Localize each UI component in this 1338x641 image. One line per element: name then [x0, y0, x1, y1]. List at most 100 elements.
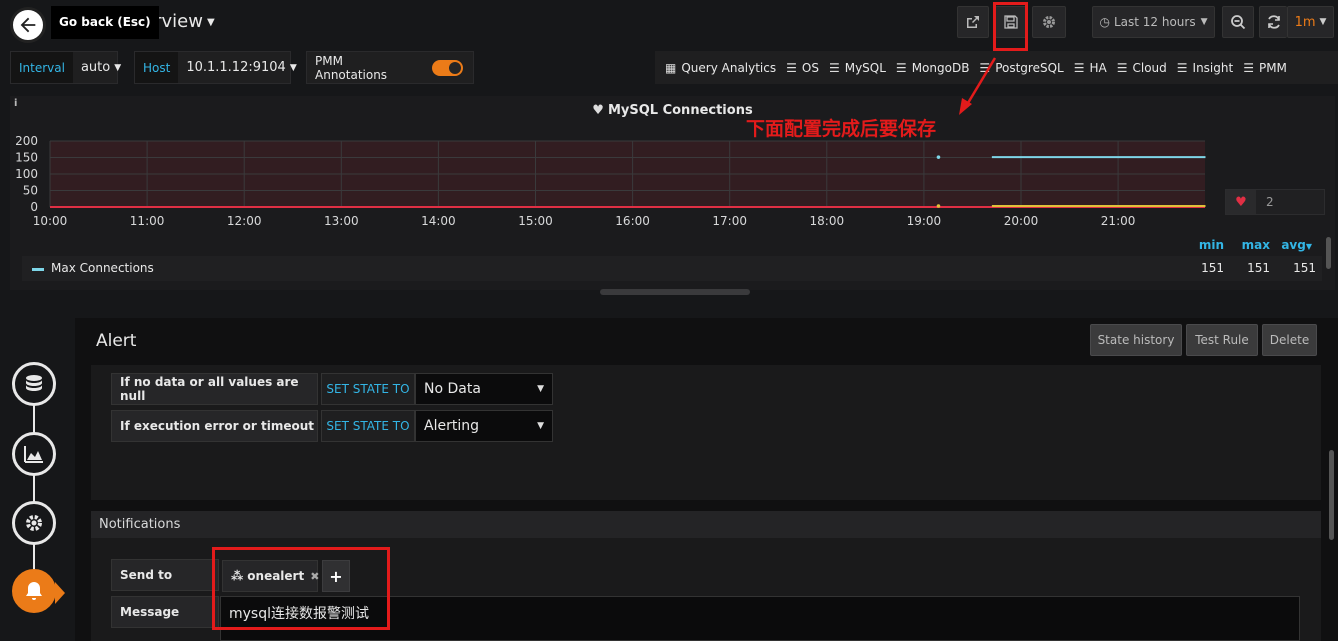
back-button[interactable]: [10, 7, 46, 43]
series-point: [936, 155, 941, 159]
annotations-toggle[interactable]: [432, 59, 463, 76]
time-range-label: Last 12 hours: [1113, 15, 1196, 29]
arrow-left-icon: [20, 17, 36, 33]
link-query-analytics[interactable]: ▦ Query Analytics: [665, 61, 776, 75]
refresh-interval-picker[interactable]: 1m ▼: [1287, 6, 1334, 38]
clock-icon: ◷: [1099, 15, 1110, 29]
y-tick-label: 50: [23, 184, 38, 198]
legend-header-min[interactable]: min: [1184, 238, 1224, 252]
link-cloud[interactable]: ☰ Cloud: [1117, 61, 1167, 75]
alert-state-count: 2: [1266, 195, 1274, 209]
refresh-button[interactable]: [1259, 6, 1287, 38]
x-tick-label: 12:00: [227, 214, 262, 228]
bars-icon: ☰: [895, 60, 907, 75]
legend-avg: 151: [1293, 261, 1316, 275]
zoom-out-button[interactable]: [1222, 6, 1254, 38]
save-highlight-box: [993, 2, 1028, 51]
error-set-state-label: SET STATE TO: [321, 410, 415, 442]
page-scrollbar[interactable]: [1329, 450, 1334, 540]
y-tick-label: 0: [30, 200, 38, 214]
bars-icon: ☰: [828, 60, 840, 75]
chevron-down-icon: ▼: [537, 384, 544, 394]
x-tick-label: 10:00: [33, 214, 68, 228]
bell-icon: [26, 582, 42, 600]
send-to-label: Send to: [111, 559, 219, 591]
link-insight[interactable]: ☰ Insight: [1177, 61, 1233, 75]
bars-icon: ☰: [786, 60, 797, 75]
legend-series-row[interactable]: Max Connections 151 151 151: [22, 256, 1322, 281]
step-general[interactable]: [12, 501, 56, 545]
notifications-header: Notifications: [91, 511, 1321, 538]
y-tick-label: 150: [15, 151, 38, 165]
steps-connector: [33, 400, 35, 580]
panel-title[interactable]: ♥ MySQL Connections: [10, 103, 1335, 118]
panel-resize-handle[interactable]: [600, 289, 750, 295]
legend-series-name: Max Connections: [51, 261, 154, 275]
x-tick-label: 16:00: [615, 214, 650, 228]
host-value[interactable]: 10.1.1.12:9104 ▼: [178, 60, 304, 75]
top-navbar: erview ▼ Go back (Esc) ◷ Last 12 hours ▼ 1m…: [0, 0, 1338, 46]
x-tick-label: 19:00: [907, 214, 942, 228]
notification-highlight-box: [212, 547, 390, 630]
refresh-interval-value: 1m: [1294, 14, 1316, 30]
host-label: Host: [135, 52, 179, 83]
bars-icon: ☰: [1073, 60, 1085, 75]
legend-max: 151: [1247, 261, 1270, 275]
bars-icon: ☰: [1116, 60, 1128, 75]
host-variable[interactable]: Host 10.1.1.12:9104 ▼: [134, 51, 297, 84]
y-tick-label: 100: [15, 167, 38, 181]
state-history-button[interactable]: State history: [1090, 324, 1182, 356]
annotation-text: 下面配置完成后要保存: [746, 118, 937, 140]
settings-button[interactable]: [1032, 6, 1066, 38]
interval-label: Interval: [11, 52, 73, 83]
x-tick-label: 18:00: [810, 214, 845, 228]
bars-icon: ☰: [1176, 60, 1188, 75]
legend-scrollbar[interactable]: [1326, 237, 1331, 269]
heart-icon: ♥: [592, 103, 604, 118]
interval-value[interactable]: auto ▼: [73, 60, 129, 75]
chevron-down-icon: ▼: [537, 421, 544, 431]
x-tick-label: 11:00: [130, 214, 165, 228]
link-os[interactable]: ☰ OS: [786, 61, 819, 75]
test-rule-button[interactable]: Test Rule: [1186, 324, 1258, 356]
legend-swatch: [32, 268, 44, 271]
legend-header-max[interactable]: max: [1230, 238, 1270, 252]
share-icon: [967, 16, 979, 28]
annotation-arrow: [959, 57, 997, 115]
x-tick-label: 14:00: [421, 214, 456, 228]
link-ha[interactable]: ☰ HA: [1074, 61, 1107, 75]
share-button[interactable]: [957, 6, 989, 38]
y-tick-label: 200: [15, 134, 38, 148]
bars-icon: ☰: [1243, 60, 1254, 75]
alert-title: Alert: [96, 331, 137, 351]
step-queries[interactable]: [12, 362, 56, 406]
zoom-out-icon: [1231, 15, 1246, 30]
message-label: Message: [111, 596, 219, 628]
link-pmm[interactable]: ☰ PMM: [1243, 61, 1287, 75]
alert-state-widget: ♥ 2: [1225, 189, 1325, 215]
database-icon: [26, 375, 42, 391]
x-tick-label: 13:00: [324, 214, 359, 228]
no-data-set-state-label: SET STATE TO: [321, 373, 415, 405]
x-tick-label: 21:00: [1101, 214, 1136, 228]
broken-heart-icon: ♥: [1226, 190, 1256, 214]
delete-button[interactable]: Delete: [1262, 324, 1317, 356]
step-alert[interactable]: [12, 569, 56, 613]
legend-header-avg[interactable]: avg▼: [1272, 238, 1312, 252]
x-tick-label: 15:00: [518, 214, 553, 228]
no-data-label: If no data or all values are null: [111, 373, 318, 405]
no-data-state-select[interactable]: No Data ▼: [415, 373, 553, 405]
time-picker[interactable]: ◷ Last 12 hours ▼: [1092, 6, 1215, 38]
active-step-arrow: [55, 582, 65, 604]
chart-canvas[interactable]: 200 150 100 50 010:00 11:00 12:00 13:00 14:00 15:…: [0, 130, 1230, 230]
error-state-select[interactable]: Alerting ▼: [415, 410, 553, 442]
area-chart-icon: [24, 446, 43, 463]
interval-variable[interactable]: Interval auto ▼: [10, 51, 121, 84]
gear-icon: [1043, 16, 1055, 28]
step-visualization[interactable]: [12, 432, 56, 476]
legend-min: 151: [1201, 261, 1224, 275]
x-tick-label: 17:00: [712, 214, 747, 228]
cog-wrench-icon: [26, 515, 42, 531]
link-mysql[interactable]: ☰ MySQL: [829, 61, 886, 75]
error-label: If execution error or timeout: [111, 410, 318, 442]
